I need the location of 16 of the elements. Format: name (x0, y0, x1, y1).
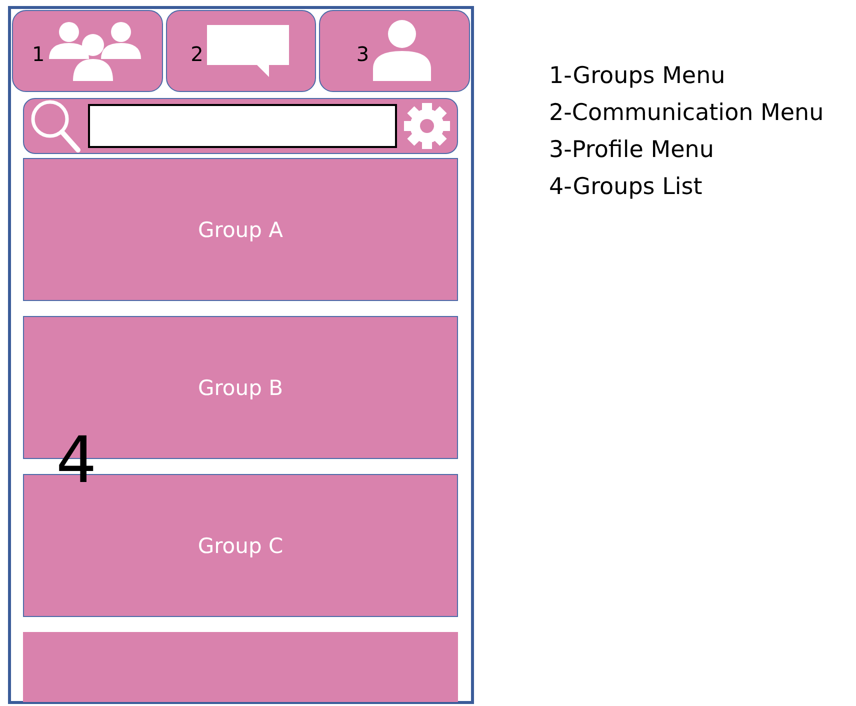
search-field[interactable] (88, 104, 397, 148)
menu-tab[interactable]: 1 (12, 10, 163, 92)
legend-item: 2-Communication Menu (549, 99, 824, 128)
legend-item: 1-Groups Menu (549, 62, 726, 91)
people-icon (46, 19, 143, 83)
legend-item: 4-Groups List (549, 173, 704, 202)
menu-tab[interactable]: 3 (319, 10, 470, 92)
group-name: Group A (198, 218, 283, 242)
person-icon (371, 19, 434, 83)
group-name: Group C (198, 534, 284, 558)
speech-bubble-icon (205, 23, 292, 79)
search-icon[interactable] (30, 99, 82, 153)
settings-icon[interactable] (403, 102, 451, 150)
group-name: Group B (198, 376, 283, 400)
menu-tab[interactable]: 2 (166, 10, 316, 92)
legend-item: 3-Profile Menu (549, 136, 715, 165)
